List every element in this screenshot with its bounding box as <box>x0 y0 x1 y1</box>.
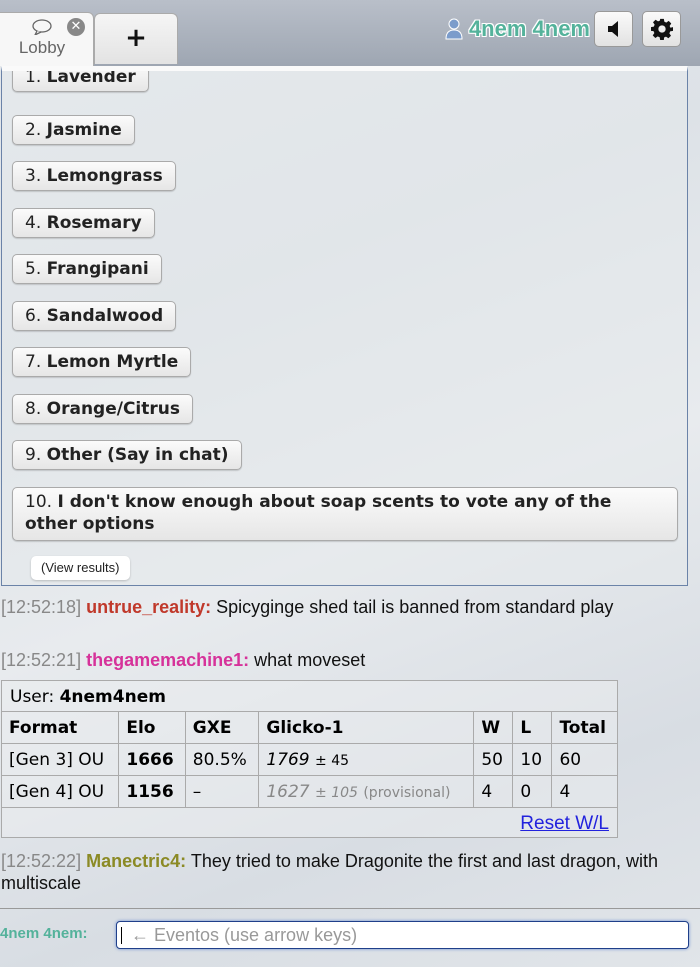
chat-message: [12:52:21] thegamemachine1: what moveset <box>1 649 691 671</box>
poll-option[interactable]: 6. Sandalwood <box>12 301 177 331</box>
poll-option[interactable]: 5. Frangipani <box>12 254 162 284</box>
timestamp: [12:52:21] <box>1 650 82 670</box>
tab-lobby[interactable]: Lobby ✕ <box>0 12 94 66</box>
chat-username[interactable]: thegamemachine1: <box>86 650 249 670</box>
table-row: [Gen 3] OU 1666 80.5% 1769 ± 45 50 10 60 <box>2 743 617 776</box>
ranking-user: User: 4nem4nem <box>10 687 166 707</box>
view-results-button[interactable]: (View results) <box>31 556 130 580</box>
chat-input[interactable]: ← Eventos (use arrow keys) <box>116 921 689 949</box>
new-tab-button[interactable]: + <box>94 13 178 64</box>
poll-option[interactable]: 8. Orange/Citrus <box>12 394 193 424</box>
poll-option[interactable]: 4. Rosemary <box>12 208 155 238</box>
timestamp: [12:52:18] <box>1 597 82 617</box>
table-row: [Gen 4] OU 1156 – 1627 ± 105 (provisiona… <box>2 775 617 808</box>
ranking-box: User: 4nem4nem Format Elo GXE Glicko-1 W… <box>1 680 618 838</box>
poll-option[interactable]: 1. Lavender <box>12 71 149 92</box>
chat-username[interactable]: untrue_reality: <box>86 597 211 617</box>
poll-option[interactable]: 2. Jasmine <box>12 115 135 145</box>
user-icon <box>445 18 463 40</box>
chat-username[interactable]: Manectric4: <box>86 851 186 871</box>
speech-bubble-icon <box>32 19 52 35</box>
speaker-icon <box>607 21 618 37</box>
poll-option[interactable]: 10. I don't know enough about soap scent… <box>12 487 678 541</box>
message-text: Spicyginge shed tail is banned from stan… <box>216 597 614 617</box>
username[interactable]: 4nem 4nem <box>469 16 590 42</box>
chat-message: [12:52:22] Manectric4: They tried to mak… <box>1 850 691 894</box>
reset-wl-link[interactable]: Reset W/L <box>520 813 609 835</box>
message-text: what moveset <box>254 650 366 670</box>
settings-button[interactable] <box>642 11 681 47</box>
gear-icon <box>650 18 673 40</box>
tab-lobby-label: Lobby <box>18 38 66 57</box>
chat-message: [12:52:18] untrue_reality: Spicyginge sh… <box>1 596 691 618</box>
poll-option[interactable]: 3. Lemongrass <box>12 161 176 191</box>
table-header-row: Format Elo GXE Glicko-1 W L Total <box>2 711 617 744</box>
close-tab-icon[interactable]: ✕ <box>67 18 85 36</box>
timestamp: [12:52:22] <box>1 851 82 871</box>
poll-box: 1. Lavender 2. Jasmine 3. Lemongrass 4. … <box>1 66 688 586</box>
ranking-table: Format Elo GXE Glicko-1 W L Total [Gen 3… <box>2 711 617 808</box>
poll-option[interactable]: 9. Other (Say in chat) <box>12 440 242 470</box>
chat-prompt-label: 4nem 4nem: <box>0 925 88 942</box>
divider <box>0 908 700 909</box>
user-menu[interactable]: 4nem 4nem <box>445 14 590 44</box>
sound-button[interactable] <box>594 11 633 47</box>
poll-option[interactable]: 7. Lemon Myrtle <box>12 347 192 377</box>
header-bar: Lobby ✕ + 4nem 4nem <box>0 0 700 66</box>
